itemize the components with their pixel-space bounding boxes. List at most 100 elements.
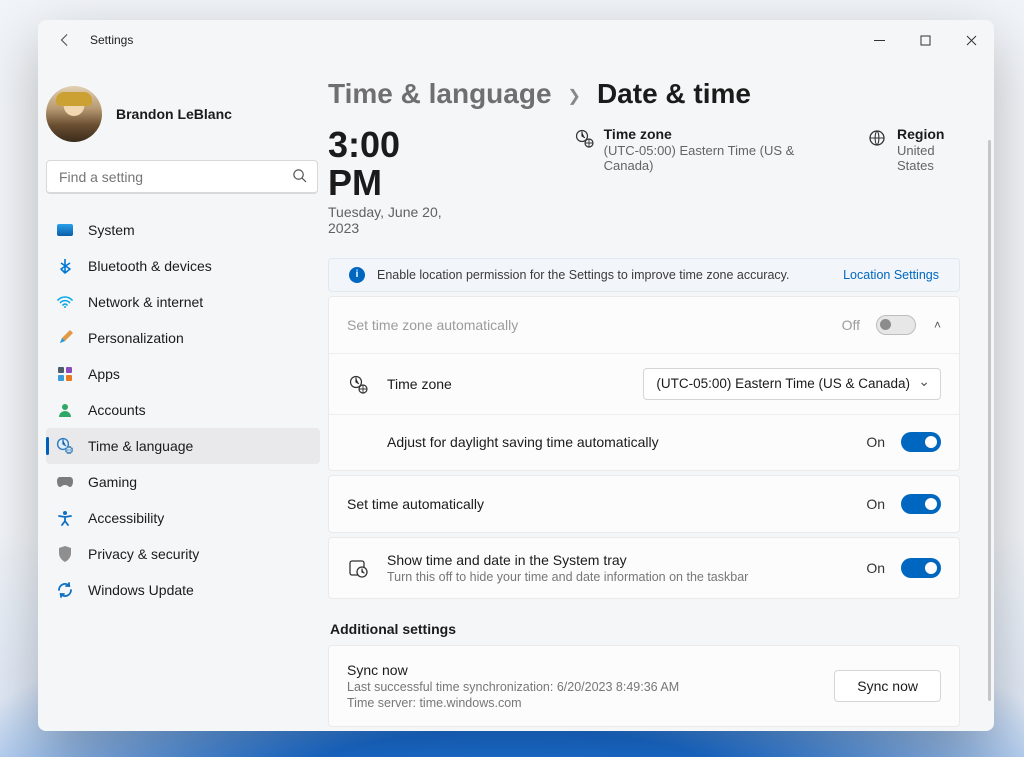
summary-row: 3:00 PM Tuesday, June 20, 2023 Time zone…	[328, 126, 960, 236]
chevron-right-icon: ❯	[568, 86, 581, 106]
additional-settings-heading: Additional settings	[330, 621, 960, 637]
clock-date: Tuesday, June 20, 2023	[328, 204, 454, 236]
window-title: Settings	[90, 33, 133, 47]
nav-privacy[interactable]: Privacy & security	[46, 536, 320, 572]
nav-time-language[interactable]: Time & language	[46, 428, 320, 464]
timezone-row: Time zone (UTC-05:00) Eastern Time (US &…	[329, 353, 959, 414]
paintbrush-icon	[56, 329, 74, 347]
scrollbar[interactable]	[988, 140, 991, 701]
avatar	[46, 86, 102, 142]
globe-clock-icon	[574, 127, 594, 149]
select-value: (UTC-05:00) Eastern Time (US & Canada)	[656, 376, 910, 391]
timezone-value: (UTC-05:00) Eastern Time (US & Canada)	[604, 143, 807, 173]
dst-row: Adjust for daylight saving time automati…	[329, 414, 959, 470]
person-icon	[56, 401, 74, 419]
toggle-state: Off	[842, 317, 860, 333]
profile-name: Brandon LeBlanc	[116, 106, 232, 122]
nav-label: Time & language	[88, 438, 193, 454]
accessibility-icon	[56, 509, 74, 527]
timezone-select[interactable]: (UTC-05:00) Eastern Time (US & Canada)	[643, 368, 941, 400]
row-title: Show time and date in the System tray	[387, 552, 866, 568]
display-icon	[56, 221, 74, 239]
globe-icon	[867, 127, 887, 149]
sync-last: Last successful time synchronization: 6/…	[347, 680, 834, 694]
nav-label: Bluetooth & devices	[88, 258, 212, 274]
apps-icon	[56, 365, 74, 383]
chevron-up-icon[interactable]: ˄	[934, 318, 941, 332]
shield-icon	[56, 545, 74, 563]
toggle-state: On	[866, 496, 885, 512]
location-settings-link[interactable]: Location Settings	[843, 268, 939, 282]
breadcrumb-current: Date & time	[597, 78, 751, 110]
nav-bluetooth[interactable]: Bluetooth & devices	[46, 248, 320, 284]
row-title: Set time automatically	[347, 496, 866, 512]
nav-label: Privacy & security	[88, 546, 199, 562]
breadcrumb-parent[interactable]: Time & language	[328, 78, 552, 110]
nav-accounts[interactable]: Accounts	[46, 392, 320, 428]
maximize-button[interactable]	[902, 20, 948, 60]
search-input[interactable]	[57, 168, 292, 186]
nav-label: Gaming	[88, 474, 137, 490]
nav: System Bluetooth & devices Network & int…	[38, 208, 328, 731]
clock-time: 3:00 PM	[328, 126, 454, 202]
profile[interactable]: Brandon LeBlanc	[38, 66, 328, 160]
search-icon	[292, 168, 307, 186]
region-label: Region	[897, 126, 960, 142]
region-value: United States	[897, 143, 960, 173]
location-infobar: i Enable location permission for the Set…	[328, 258, 960, 292]
auto-timezone-toggle[interactable]	[876, 315, 916, 335]
auto-time-toggle[interactable]	[901, 494, 941, 514]
sync-row: Sync now Last successful time synchroniz…	[329, 646, 959, 726]
sync-title: Sync now	[347, 662, 834, 678]
nav-gaming[interactable]: Gaming	[46, 464, 320, 500]
nav-system[interactable]: System	[46, 212, 320, 248]
region-info: Region United States	[867, 126, 960, 173]
bluetooth-icon	[56, 257, 74, 275]
nav-apps[interactable]: Apps	[46, 356, 320, 392]
info-icon: i	[349, 267, 365, 283]
row-title: Adjust for daylight saving time automati…	[387, 434, 866, 450]
dst-toggle[interactable]	[901, 432, 941, 452]
tray-toggle[interactable]	[901, 558, 941, 578]
nav-personalization[interactable]: Personalization	[46, 320, 320, 356]
main-content: Time & language ❯ Date & time 3:00 PM Tu…	[328, 60, 994, 731]
timezone-card: Set time zone automatically Off ˄ Time z…	[328, 296, 960, 471]
update-icon	[56, 581, 74, 599]
sync-now-button[interactable]: Sync now	[834, 670, 941, 702]
nav-windows-update[interactable]: Windows Update	[46, 572, 320, 608]
settings-window: Settings Brandon LeBlanc	[38, 20, 994, 731]
wifi-icon	[56, 293, 74, 311]
breadcrumb: Time & language ❯ Date & time	[328, 78, 960, 110]
nav-label: Network & internet	[88, 294, 203, 310]
minimize-button[interactable]	[856, 20, 902, 60]
clock-globe-icon	[56, 437, 74, 455]
row-title: Set time zone automatically	[347, 317, 842, 333]
sync-server: Time server: time.windows.com	[347, 696, 834, 710]
toggle-state: On	[866, 434, 885, 450]
system-tray-card: Show time and date in the System tray Tu…	[328, 537, 960, 599]
infobar-text: Enable location permission for the Setti…	[377, 268, 789, 282]
back-button[interactable]	[52, 27, 78, 53]
nav-accessibility[interactable]: Accessibility	[46, 500, 320, 536]
button-label: Sync now	[857, 678, 918, 694]
system-tray-row: Show time and date in the System tray Tu…	[329, 538, 959, 598]
timezone-label: Time zone	[604, 126, 807, 142]
nav-label: Apps	[88, 366, 120, 382]
timezone-info: Time zone (UTC-05:00) Eastern Time (US &…	[574, 126, 807, 173]
auto-time-card: Set time automatically On	[328, 475, 960, 533]
clock-block: 3:00 PM Tuesday, June 20, 2023	[328, 126, 454, 236]
tray-clock-icon	[347, 557, 369, 579]
nav-label: Accounts	[88, 402, 146, 418]
set-timezone-auto-row: Set time zone automatically Off ˄	[329, 297, 959, 353]
sidebar: Brandon LeBlanc System Bluetooth & devic…	[38, 60, 328, 731]
nav-label: System	[88, 222, 135, 238]
close-button[interactable]	[948, 20, 994, 60]
nav-label: Accessibility	[88, 510, 164, 526]
row-title: Time zone	[387, 376, 643, 392]
toggle-state: On	[866, 560, 885, 576]
nav-network[interactable]: Network & internet	[46, 284, 320, 320]
search-box[interactable]	[46, 160, 318, 194]
globe-clock-icon	[347, 373, 369, 395]
gamepad-icon	[56, 473, 74, 491]
title-bar: Settings	[38, 20, 994, 60]
